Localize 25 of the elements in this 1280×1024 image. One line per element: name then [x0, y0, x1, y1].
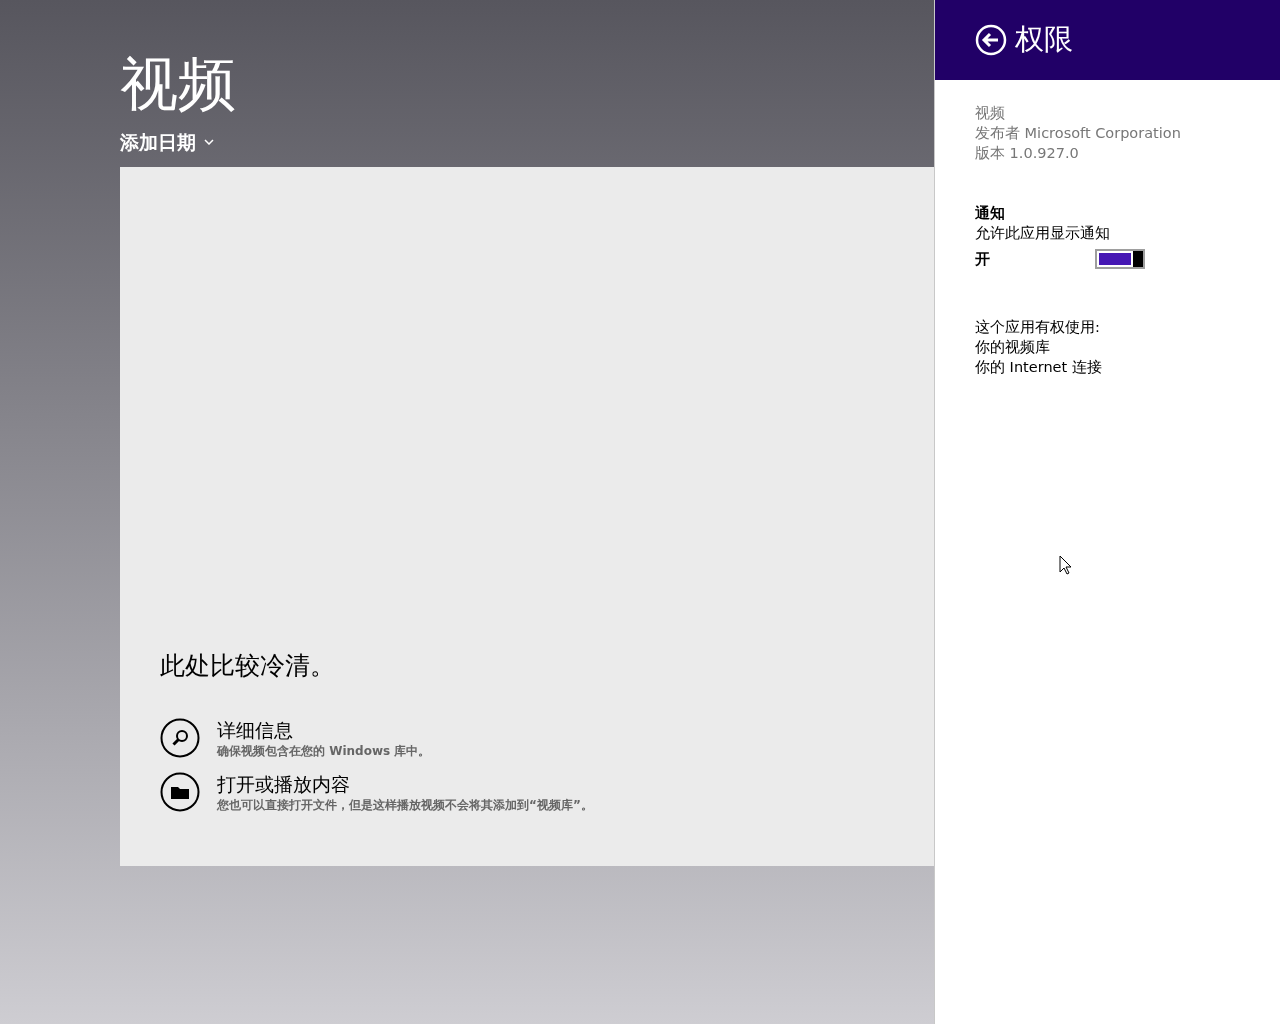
action-description: 确保视频包含在您的 Windows 库中。	[217, 743, 431, 760]
action-item[interactable]: 详细信息 确保视频包含在您的 Windows 库中。	[160, 718, 934, 760]
sort-dropdown[interactable]: 添加日期	[120, 130, 214, 154]
action-description: 您也可以直接打开文件，但是这样播放视频不会将其添加到“视频库”。	[217, 797, 593, 814]
back-button[interactable]	[975, 24, 1007, 56]
capabilities-heading: 这个应用有权使用:	[975, 318, 1100, 337]
action-item[interactable]: 打开或播放内容 您也可以直接打开文件，但是这样播放视频不会将其添加到“视频库”。	[160, 772, 934, 814]
notifications-description: 允许此应用显示通知	[975, 224, 1110, 243]
toggle-state-label: 开	[975, 250, 991, 269]
action-title: 详细信息	[217, 718, 293, 742]
action-title: 打开或播放内容	[217, 772, 350, 796]
folder-icon	[160, 772, 200, 812]
page-title: 视频	[120, 49, 237, 120]
capability-item: 你的 Internet 连接	[975, 358, 1102, 377]
search-icon	[160, 718, 200, 758]
pane-title: 权限	[1015, 21, 1073, 59]
app-name: 视频	[975, 104, 1005, 123]
mouse-pointer-icon	[1059, 555, 1072, 575]
notifications-heading: 通知	[975, 204, 1005, 223]
notifications-toggle[interactable]	[1095, 249, 1145, 269]
empty-message: 此处比较冷清。	[160, 649, 336, 682]
version-text: 版本 1.0.927.0	[975, 144, 1079, 163]
publisher-text: 发布者 Microsoft Corporation	[975, 124, 1181, 143]
capability-item: 你的视频库	[975, 338, 1050, 357]
chevron-down-icon	[204, 139, 214, 145]
